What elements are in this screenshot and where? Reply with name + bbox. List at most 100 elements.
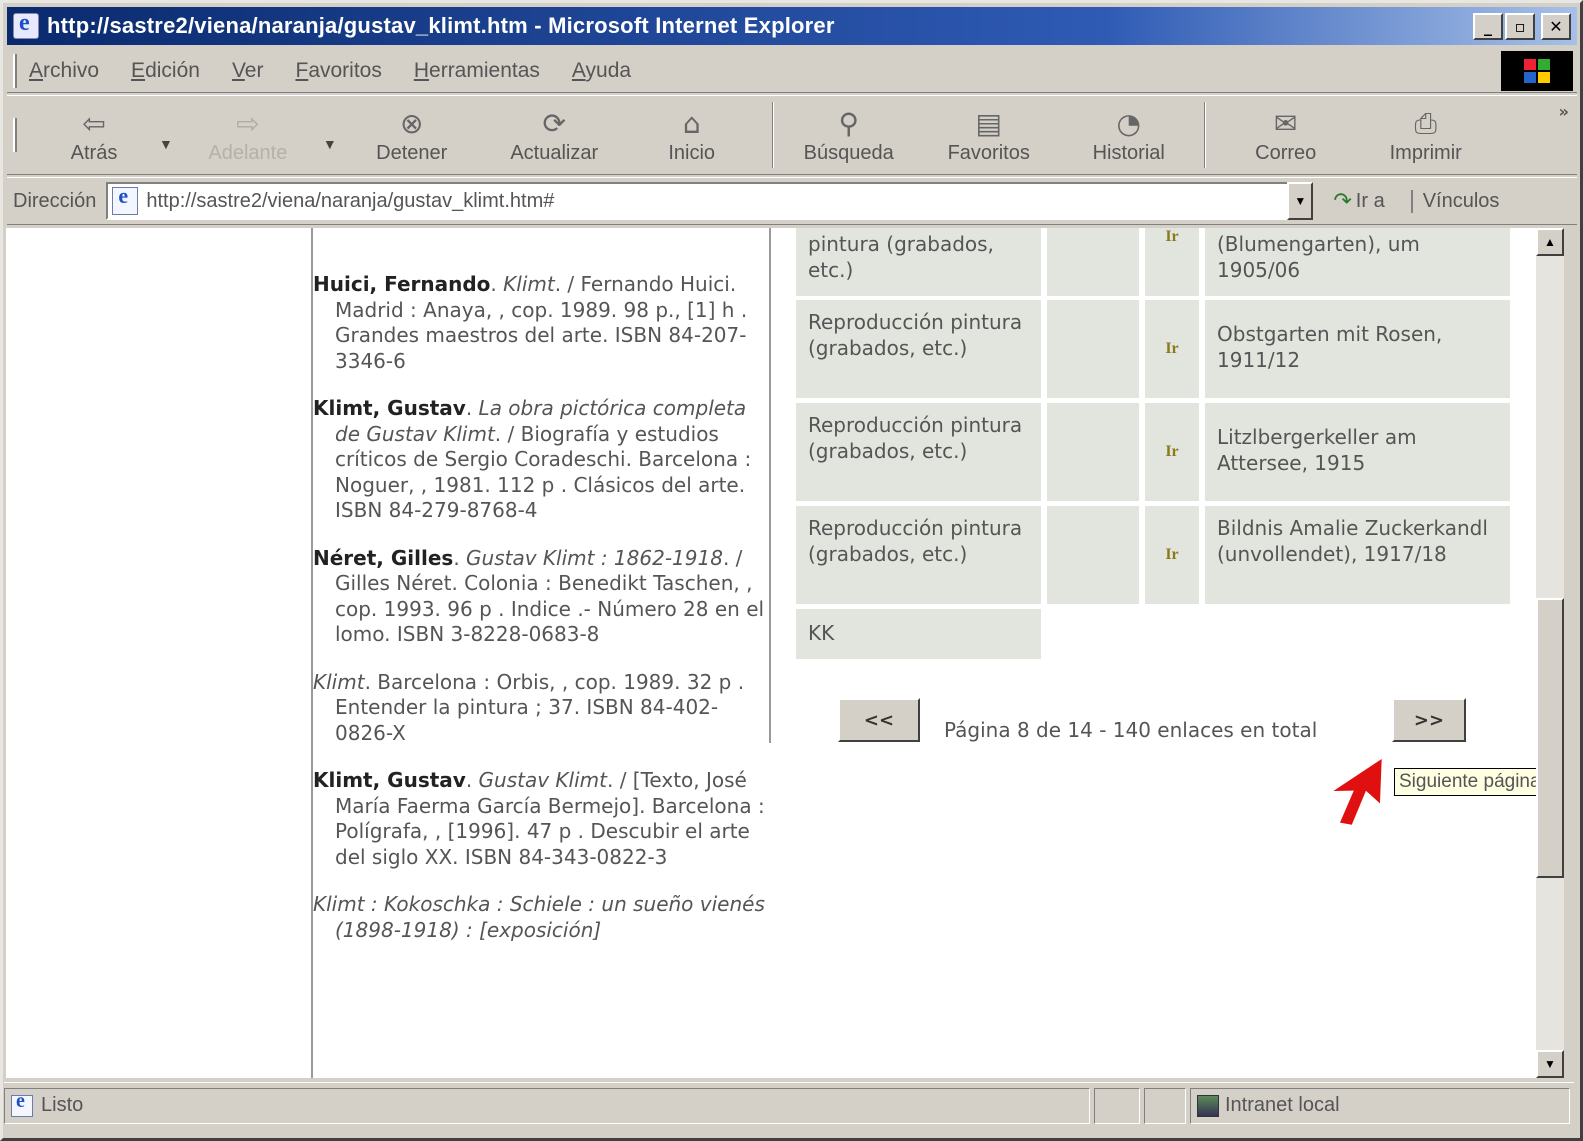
- table-cell-type: pintura (grabados, etc.): [796, 228, 1041, 296]
- refresh-button[interactable]: ⟳ Actualizar: [487, 99, 622, 171]
- next-page-button[interactable]: >>: [1392, 698, 1466, 742]
- close-button[interactable]: ✕: [1541, 13, 1571, 40]
- status-text: Listo: [41, 1094, 84, 1116]
- table-cell-type: Reproducción pintura (grabados, etc.): [796, 506, 1041, 604]
- status-panel-empty: [1094, 1087, 1140, 1124]
- table-cell-type: Reproducción pintura (grabados, etc.): [796, 300, 1041, 398]
- url-input[interactable]: [146, 189, 1267, 213]
- go-label: Ir a: [1355, 189, 1385, 212]
- next-page-tooltip: Siguiente página: [1394, 768, 1536, 796]
- forward-arrow-icon: ⇨: [236, 106, 260, 140]
- ref-author: Klimt, Gustav: [313, 396, 466, 420]
- favorites-button[interactable]: ▤ Favoritos: [914, 99, 1064, 171]
- minimize-button[interactable]: _: [1473, 13, 1503, 40]
- table-cell-empty: [1047, 506, 1139, 604]
- bibliography-list: Huici, Fernando. Klimt. / Fernando Huici…: [313, 272, 768, 965]
- table-cell-type: Reproducción pintura (grabados, etc.): [796, 403, 1041, 501]
- maximize-button[interactable]: ▫: [1505, 13, 1535, 40]
- bibliography-entry: Klimt, Gustav. Gustav Klimt. / [Texto, J…: [313, 768, 765, 869]
- print-label: Imprimir: [1389, 141, 1462, 164]
- bibliography-entry: Néret, Gilles. Gustav Klimt : 1862-1918.…: [313, 545, 765, 647]
- column-divider: [769, 228, 771, 743]
- status-bar: Listo Intranet local: [4, 1082, 1574, 1128]
- toolbar-grip: [13, 118, 17, 152]
- address-field[interactable]: ▼: [106, 182, 1314, 220]
- scroll-up-icon[interactable]: ▲: [1536, 228, 1564, 256]
- menu-edicion[interactable]: Edición: [131, 59, 200, 83]
- ref-author: Huici, Fernando: [313, 272, 491, 296]
- bibliography-entry: Huici, Fernando. Klimt. / Fernando Huici…: [313, 272, 748, 373]
- table-cell-empty: [1047, 228, 1139, 296]
- refresh-label: Actualizar: [510, 141, 599, 164]
- links-button[interactable]: Vínculos: [1410, 189, 1499, 213]
- bibliography-entry: Klimt : Kokoschka : Schiele : un sueño v…: [313, 892, 768, 943]
- menu-favoritos[interactable]: Favoritos: [295, 59, 381, 83]
- zone-panel: Intranet local: [1190, 1087, 1570, 1124]
- menu-grip: [13, 53, 17, 88]
- status-panel: Listo: [4, 1087, 1090, 1124]
- table-cell-work: Bildnis Amalie Zuckerkandl (unvollendet)…: [1205, 506, 1510, 604]
- back-dropdown-icon[interactable]: ▼: [159, 136, 173, 152]
- address-dropdown-icon[interactable]: ▼: [1287, 182, 1314, 220]
- toolbar-separator: [771, 102, 774, 168]
- ref-title: Gustav Klimt: [478, 768, 607, 792]
- back-arrow-icon: ⇦: [82, 106, 106, 140]
- pagination: << Página 8 de 14 - 140 enlaces en total…: [838, 698, 1536, 748]
- row-link[interactable]: Ir: [1145, 228, 1199, 296]
- favorites-folder-icon: ▤: [975, 106, 1002, 140]
- window-title: http://sastre2/viena/naranja/gustav_klim…: [47, 13, 835, 38]
- title-bar: http://sastre2/viena/naranja/gustav_klim…: [7, 7, 1577, 45]
- intranet-icon: [1197, 1094, 1219, 1117]
- row-link[interactable]: Ir: [1145, 506, 1199, 604]
- forward-dropdown-icon[interactable]: ▼: [323, 136, 337, 152]
- mail-icon: ✉: [1273, 106, 1298, 140]
- menu-ayuda[interactable]: Ayuda: [572, 59, 631, 83]
- address-bar: Dirección ▼ ↷Ir a Vínculos: [7, 177, 1577, 225]
- page-status-icon: [11, 1090, 33, 1117]
- menu-ver[interactable]: Ver: [232, 59, 264, 83]
- back-button[interactable]: ⇦ Atrás: [29, 99, 159, 171]
- home-button[interactable]: ⌂ Inicio: [622, 99, 762, 171]
- ref-title: Klimt: [503, 272, 555, 296]
- mail-label: Correo: [1255, 141, 1317, 164]
- mail-button[interactable]: ✉ Correo: [1216, 99, 1356, 171]
- menu-bar: Archivo Edición Ver Favoritos Herramient…: [7, 49, 1577, 93]
- print-button[interactable]: ⎙ Imprimir: [1356, 99, 1496, 171]
- scroll-down-icon[interactable]: ▼: [1536, 1050, 1564, 1078]
- page-icon: [112, 183, 139, 215]
- stop-label: Detener: [376, 141, 448, 164]
- history-button[interactable]: ◔ Historial: [1064, 99, 1194, 171]
- stop-button[interactable]: ⊗ Detener: [337, 99, 487, 171]
- table-cell-work: Litzlbergerkeller am Attersee, 1915: [1205, 403, 1510, 501]
- go-button[interactable]: ↷ Ir a: [1333, 189, 1384, 214]
- favorites-label: Favoritos: [947, 141, 1030, 164]
- menu-archivo[interactable]: Archivo: [29, 59, 99, 83]
- search-label: Búsqueda: [803, 141, 894, 164]
- forward-label: Adelante: [208, 141, 288, 164]
- refresh-icon: ⟳: [542, 106, 566, 140]
- row-link[interactable]: Ir: [1145, 403, 1199, 501]
- windows-logo-icon: [1501, 51, 1573, 91]
- prev-page-button[interactable]: <<: [838, 698, 920, 742]
- red-arrow-icon: [1333, 758, 1382, 825]
- ref-details: . Barcelona : Orbis, , cop. 1989. 32 p .…: [335, 669, 745, 745]
- back-label: Atrás: [70, 141, 118, 164]
- ref-title: Gustav Klimt : 1862-1918: [466, 545, 723, 570]
- search-button[interactable]: ⚲ Búsqueda: [784, 99, 914, 171]
- history-label: Historial: [1092, 141, 1165, 164]
- page-info: Página 8 de 14 - 140 enlaces en total: [944, 718, 1318, 742]
- forward-button[interactable]: ⇨ Adelante: [173, 99, 323, 171]
- scroll-thumb[interactable]: [1536, 598, 1564, 878]
- ref-author: Klimt, Gustav: [313, 768, 466, 792]
- home-icon: ⌂: [682, 106, 701, 140]
- table-cell-work: Obstgarten mit Rosen, 1911/12: [1205, 300, 1510, 398]
- table-cell-work: (Blumengarten), um 1905/06: [1205, 228, 1510, 296]
- vertical-scrollbar[interactable]: ▲ ▼: [1536, 228, 1564, 1078]
- toolbar-chevron-icon[interactable]: »: [1559, 102, 1569, 121]
- menu-herramientas[interactable]: Herramientas: [414, 59, 540, 83]
- status-panel-empty: [1144, 1087, 1186, 1124]
- bibliography-entry: Klimt, Gustav. La obra pictórica complet…: [313, 396, 752, 522]
- table-cell-empty: [1047, 403, 1139, 501]
- row-link[interactable]: Ir: [1145, 300, 1199, 398]
- bibliography-entry: Klimt. Barcelona : Orbis, , cop. 1989. 3…: [313, 670, 768, 747]
